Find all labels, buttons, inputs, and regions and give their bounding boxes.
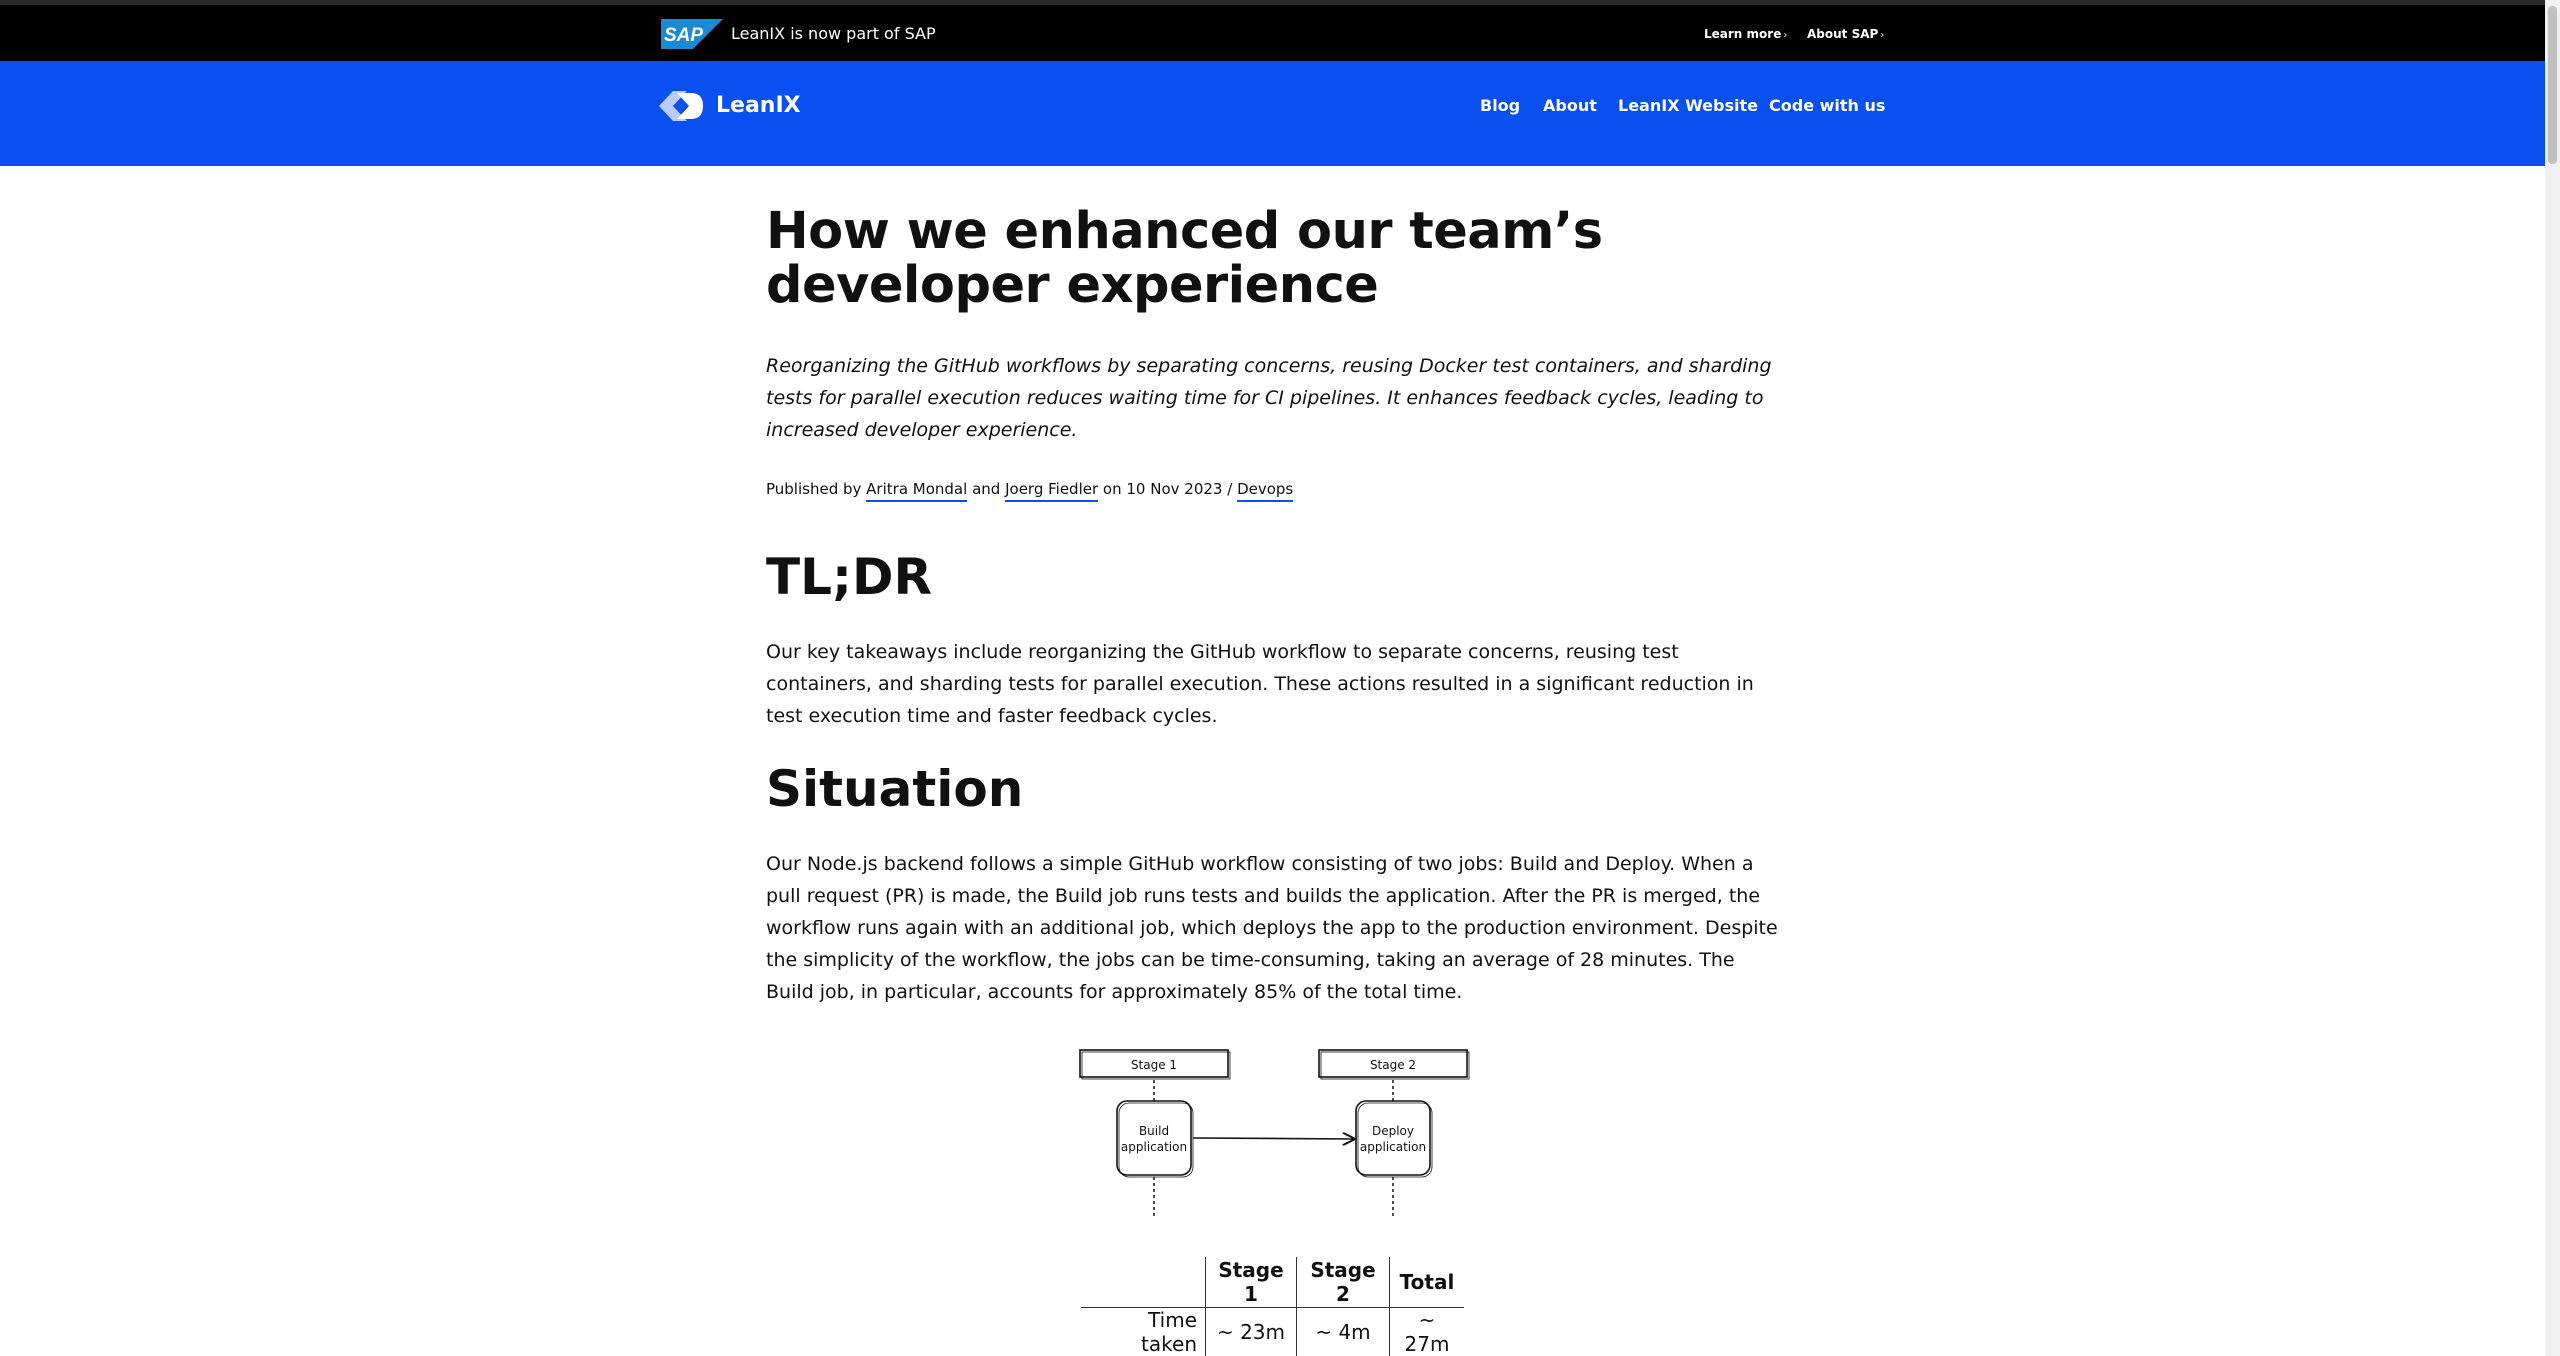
scrollbar-thumb[interactable] bbox=[2548, 6, 2557, 164]
and-text: and bbox=[972, 480, 1001, 498]
stage1-label: Stage 1 bbox=[1131, 1058, 1177, 1072]
chevron-right-icon: › bbox=[1783, 30, 1788, 41]
stage2-header: Stage 2 bbox=[1318, 1049, 1470, 1080]
published-by-text: Published by bbox=[766, 480, 862, 498]
table-header-cell: Total bbox=[1389, 1257, 1464, 1308]
sap-logo-text: SAP bbox=[664, 25, 703, 46]
table-cell: ~ 23m bbox=[1205, 1307, 1297, 1356]
table-header-row: Stage 1 Stage 2 Total bbox=[1081, 1257, 1464, 1308]
sap-banner-text: LeanIX is now part of SAP bbox=[731, 24, 936, 43]
sap-logo[interactable]: SAP bbox=[661, 19, 723, 49]
page-scrollbar[interactable] bbox=[2545, 0, 2560, 1356]
category-link[interactable]: Devops bbox=[1237, 480, 1294, 502]
article-meta: Published by Aritra Mondal and Joerg Fie… bbox=[766, 477, 1294, 502]
heading-situation: Situation bbox=[766, 760, 1024, 818]
table-cell: ~ 27m bbox=[1389, 1307, 1464, 1356]
situation-paragraph: Our Node.js backend follows a simple Git… bbox=[766, 853, 1778, 1003]
deploy-box-line2: application bbox=[1360, 1140, 1426, 1154]
nav-blog[interactable]: Blog bbox=[1480, 95, 1520, 117]
learn-more-label: Learn more bbox=[1704, 27, 1782, 41]
stage1-header: Stage 1 bbox=[1079, 1049, 1231, 1080]
tldr-paragraph: Our key takeaways include reorganizing t… bbox=[766, 641, 1754, 727]
table-row: Time taken ~ 23m ~ 4m ~ 27m bbox=[1081, 1307, 1464, 1356]
nav-code-with-us[interactable]: Code with us bbox=[1769, 95, 1885, 117]
table-cell: ~ 4m bbox=[1296, 1307, 1390, 1356]
leanix-logo-icon[interactable] bbox=[659, 91, 705, 121]
table-header-cell bbox=[1081, 1257, 1206, 1308]
deploy-application-box: Deploy application bbox=[1355, 1100, 1433, 1178]
build-box-line2: application bbox=[1121, 1140, 1187, 1154]
learn-more-link[interactable]: Learn more › bbox=[1704, 23, 1787, 47]
build-to-deploy-arrow bbox=[1192, 1138, 1354, 1139]
site-header: LeanIX Blog About LeanIX Website Code wi… bbox=[0, 61, 2545, 166]
about-sap-link[interactable]: About SAP › bbox=[1807, 23, 1884, 47]
stage2-label: Stage 2 bbox=[1370, 1058, 1416, 1072]
table-header-cell: Stage 1 bbox=[1205, 1257, 1297, 1308]
nav-leanix-website[interactable]: LeanIX Website bbox=[1618, 95, 1758, 117]
sap-banner: SAP LeanIX is now part of SAP Learn more… bbox=[0, 5, 2545, 61]
brand-name[interactable]: LeanIX bbox=[716, 89, 801, 123]
heading-tldr: TL;DR bbox=[766, 548, 932, 606]
author-link-aritra[interactable]: Aritra Mondal bbox=[866, 480, 968, 502]
date-text: on 10 Nov 2023 / bbox=[1102, 480, 1233, 498]
article-lead: Reorganizing the GitHub workflows by sep… bbox=[766, 355, 1772, 441]
table-header-cell: Stage 2 bbox=[1296, 1257, 1390, 1308]
nav-about[interactable]: About bbox=[1543, 95, 1597, 117]
author-link-joerg[interactable]: Joerg Fiedler bbox=[1005, 480, 1099, 502]
workflow-diagram: Stage 1 Stage 2 Build application Deploy… bbox=[1079, 1049, 1470, 1218]
article-title: How we enhanced our team’s developer exp… bbox=[766, 202, 1603, 315]
deploy-box-line1: Deploy bbox=[1372, 1124, 1414, 1138]
article: How we enhanced our team’s developer exp… bbox=[766, 202, 1782, 1004]
chevron-right-icon: › bbox=[1880, 30, 1885, 41]
build-application-box: Build application bbox=[1116, 1100, 1194, 1178]
about-sap-label: About SAP bbox=[1807, 27, 1879, 41]
table-cell: Time taken bbox=[1141, 1308, 1197, 1356]
stage-timing-table: Stage 1 Stage 2 Total Time taken ~ 23m ~… bbox=[1081, 1257, 1464, 1356]
build-box-line1: Build bbox=[1139, 1124, 1169, 1138]
